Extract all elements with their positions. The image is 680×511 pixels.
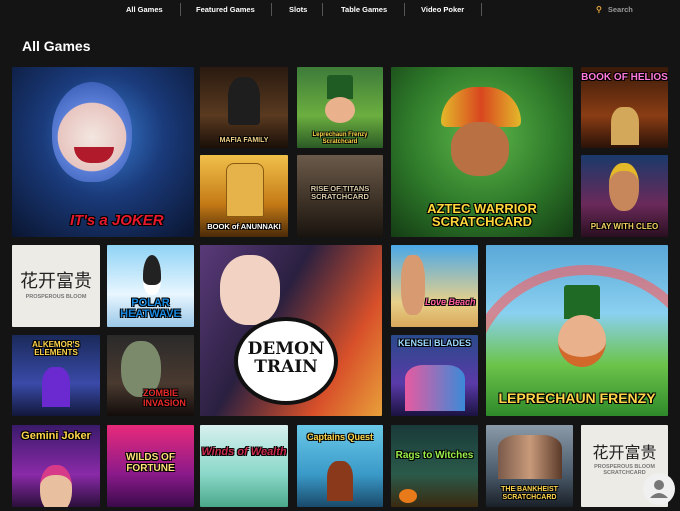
game-tile-rags-to-witches[interactable]: Rags to Witches [391,425,478,507]
game-title: Love Beach [425,296,476,307]
aztec-face [451,122,509,176]
alkemor-wizard-art [42,367,70,407]
game-tile-joker[interactable]: IT's a JOKER [12,67,194,237]
heist-crew-art [498,435,562,479]
game-tile-play-with-cleo[interactable]: PLAY WITH CLEO [581,155,668,237]
game-tile-winds-of-wealth[interactable]: Winds of Wealth [200,425,288,507]
game-title: ALKEMOR'S ELEMENTS [32,340,80,358]
page-title: All Games [22,38,91,54]
search-placeholder: Search [607,5,633,14]
game-tile-captains-quest[interactable]: Captains Quest [297,425,383,507]
game-tile-aztec-warrior[interactable]: AZTEC WARRIOR SCRATCHCARD [391,67,573,237]
game-tile-leprechaun-scratch[interactable]: Leprechaun Frenzy Scratchcard [297,67,383,148]
game-tile-kensei-blades[interactable]: KENSEI BLADES [391,335,478,416]
game-tile-book-of-anunnaki[interactable]: BOOK of ANUNNAKI [200,155,288,237]
beach-figure-art [401,255,425,315]
helios-figure-art [611,107,639,145]
game-title: PLAY WITH CLEO [590,221,659,231]
game-tile-leprechaun-frenzy[interactable]: LEPRECHAUN FRENZY [486,245,668,416]
game-tile-bank-heist[interactable]: THE BANKHEIST SCRATCHCARD [486,425,573,507]
game-title: Leprechaun Frenzy Scratchcard [312,132,368,145]
nav-divider [180,3,181,16]
chinese-characters-art: 花开富贵 [20,271,92,292]
game-title: THE BANKHEIST SCRATCHCARD [501,486,558,501]
anunnaki-statue-art [226,163,264,217]
leprechaun-face-large [558,315,606,367]
user-avatar-button[interactable] [643,473,675,505]
game-tile-rise-of-titans[interactable]: RISE OF TITANS SCRATCHCARD [297,155,383,237]
game-title: IT's a JOKER [70,212,164,230]
chinese-characters-art: 花开富贵 [592,443,657,462]
leprechaun-face [325,97,355,123]
game-tile-prosperous-bloom[interactable]: 花开富贵 PROSPEROUS BLOOM [12,245,100,327]
game-title: Gemini Joker [21,430,91,442]
game-title: PROSPEROUS BLOOM [25,294,87,300]
captain-figure-art [327,461,353,501]
game-tile-love-beach[interactable]: Love Beach [391,245,478,327]
clown-art [52,82,132,182]
game-tile-wilds-of-fortune[interactable]: WILDS OF FORTUNE [107,425,194,507]
nav-table-games[interactable]: Table Games [341,5,387,14]
aztec-headdress-art [441,87,521,127]
user-icon [650,480,668,498]
game-title: WILDS OF FORTUNE [126,452,175,474]
game-tile-zombie-invasion[interactable]: ZOMBIE INVASION [107,335,194,416]
game-title: DEMON TRAIN [247,339,325,377]
leprechaun-art [327,75,353,99]
top-navigation: All Games Featured Games Slots Table Gam… [0,0,680,22]
pumpkin-art [399,489,417,503]
nav-divider [481,3,482,16]
nav-divider [271,3,272,16]
nav-featured-games[interactable]: Featured Games [196,5,255,14]
game-title: AZTEC WARRIOR SCRATCHCARD [427,200,537,230]
nav-divider [404,3,405,16]
game-title: BOOK OF HELIOS [581,72,668,83]
search-icon: ⚲ [596,5,602,14]
game-tile-book-of-helios[interactable]: BOOK OF HELIOS [581,67,668,148]
game-title: Winds of Wealth [201,446,287,458]
game-tile-gemini-joker[interactable]: Gemini Joker [12,425,100,507]
search-input[interactable]: ⚲ Search [596,5,633,14]
nav-all-games[interactable]: All Games [126,5,163,14]
game-title: LEPRECHAUN FRENZY [498,390,656,407]
nav-video-poker[interactable]: Video Poker [421,5,464,14]
game-title: Captains Quest [306,432,373,442]
penguin-art [143,255,161,295]
game-title: Rags to Witches [395,450,474,461]
game-tile-polar-heatwave[interactable]: POLAR HEATWAVE [107,245,194,327]
anime-characters-art [220,255,280,325]
nav-divider [322,3,323,16]
game-title: KENSEI BLADES [397,338,471,348]
gemini-jester-art [40,465,72,507]
game-tile-mafia-family[interactable]: MAFIA FAMILY [200,67,288,148]
game-title: POLAR HEATWAVE [120,296,181,321]
mafia-boss-art [228,77,260,125]
nav-slots[interactable]: Slots [289,5,307,14]
game-title: ZOMBIE INVASION [143,388,186,408]
leprechaun-hat [564,285,600,319]
cleo-portrait-art [609,163,639,211]
game-tile-alkemors-elements[interactable]: ALKEMOR'S ELEMENTS [12,335,100,416]
game-title: BOOK of ANUNNAKI [207,222,281,232]
game-title: RISE OF TITANS SCRATCHCARD [310,184,370,201]
game-tile-demon-train[interactable]: DEMON TRAIN [200,245,382,416]
game-title: MAFIA FAMILY [219,136,269,144]
kensei-warriors-art [405,365,465,411]
